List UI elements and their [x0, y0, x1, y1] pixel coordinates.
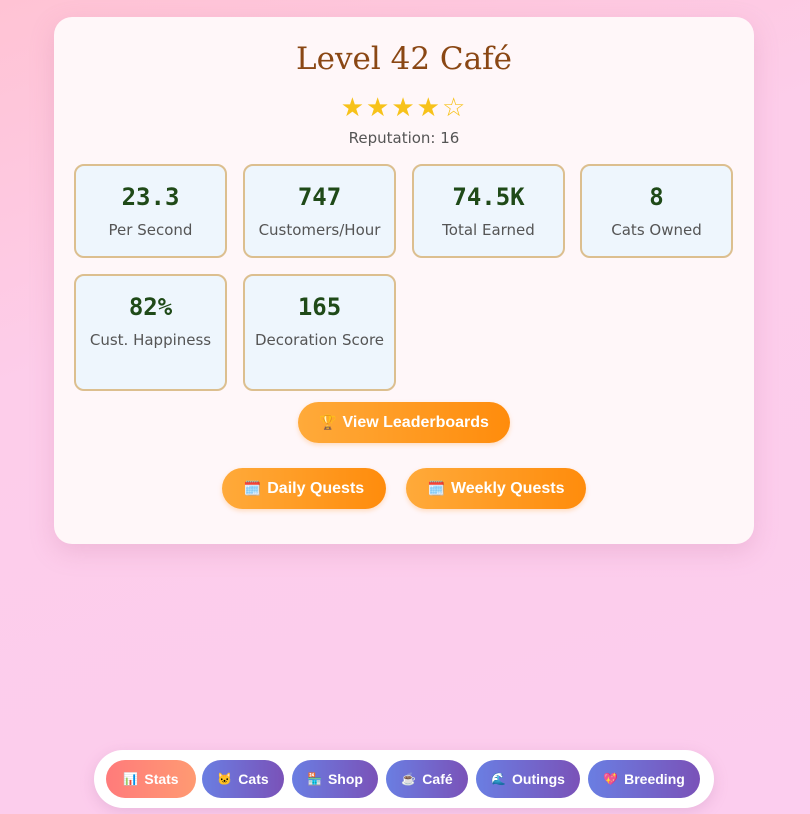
nav-cats-button[interactable]: 🐱 Cats — [202, 760, 284, 798]
wave-icon: 🌊 — [491, 772, 507, 786]
stat-happiness: 82% Cust. Happiness — [74, 274, 227, 391]
nav-breeding-button[interactable]: 💖 Breeding — [588, 760, 700, 798]
stat-value: 165 — [297, 293, 342, 321]
daily-quests-button[interactable]: 🗓️ Daily Quests — [222, 468, 386, 509]
stat-value: 23.3 — [121, 183, 180, 211]
stat-label: Decoration Score — [254, 331, 385, 349]
weekly-quests-button[interactable]: 🗓️ Weekly Quests — [406, 468, 586, 509]
stat-total-earned: 74.5K Total Earned — [412, 164, 565, 258]
nav-label: Stats — [144, 771, 179, 787]
chart-icon: 📊 — [123, 772, 139, 786]
nav-shop-button[interactable]: 🏪 Shop — [292, 760, 378, 798]
nav-label: Shop — [327, 771, 363, 787]
stat-customers-hour: 747 Customers/Hour — [243, 164, 396, 258]
stat-cats-owned: 8 Cats Owned — [580, 164, 733, 258]
cafe-title: Level 42 Café — [296, 41, 512, 77]
stat-label: Customers/Hour — [258, 221, 381, 239]
stat-label: Total Earned — [442, 221, 535, 239]
bottom-nav: 📊 Stats 🐱 Cats 🏪 Shop ☕ Café 🌊 Outings 💖… — [94, 750, 714, 808]
nav-label: Breeding — [624, 771, 685, 787]
nav-cafe-button[interactable]: ☕ Café — [386, 760, 468, 798]
stat-value: 82% — [128, 293, 173, 321]
nav-label: Cats — [238, 771, 269, 787]
cat-icon: 🐱 — [217, 772, 233, 786]
stat-value: 8 — [649, 183, 664, 211]
heart-icon: 💖 — [603, 772, 619, 786]
stat-label: Per Second — [108, 221, 193, 239]
stars-filled: ★★★★ — [340, 93, 442, 123]
coffee-icon: ☕ — [401, 772, 417, 786]
stat-label: Cust. Happiness — [89, 331, 212, 349]
stat-decoration-score: 165 Decoration Score — [243, 274, 396, 391]
shop-icon: 🏪 — [307, 772, 322, 786]
stat-value: 747 — [297, 183, 342, 211]
cafe-panel: Level 42 Café ★★★★☆ Reputation: 16 23.3 … — [54, 17, 754, 544]
calendar-icon: 🗓️ — [243, 480, 262, 496]
nav-stats-button[interactable]: 📊 Stats — [106, 760, 196, 798]
nav-label: Café — [422, 771, 453, 787]
nav-outings-button[interactable]: 🌊 Outings — [476, 760, 580, 798]
nav-label: Outings — [512, 771, 565, 787]
stat-per-second: 23.3 Per Second — [74, 164, 227, 258]
calendar-icon: 🗓️ — [427, 480, 445, 496]
reputation-text: Reputation: 16 — [348, 129, 460, 147]
view-leaderboards-label: View Leaderboards — [342, 413, 489, 431]
trophy-icon: 🏆 — [319, 414, 337, 430]
daily-quests-label: Daily Quests — [267, 479, 365, 497]
view-leaderboards-button[interactable]: 🏆 View Leaderboards — [298, 402, 510, 443]
star-rating: ★★★★☆ — [54, 93, 754, 123]
stat-value: 74.5K — [452, 183, 525, 211]
weekly-quests-label: Weekly Quests — [450, 479, 565, 497]
stars-empty: ☆ — [441, 93, 468, 123]
stat-label: Cats Owned — [611, 221, 702, 239]
